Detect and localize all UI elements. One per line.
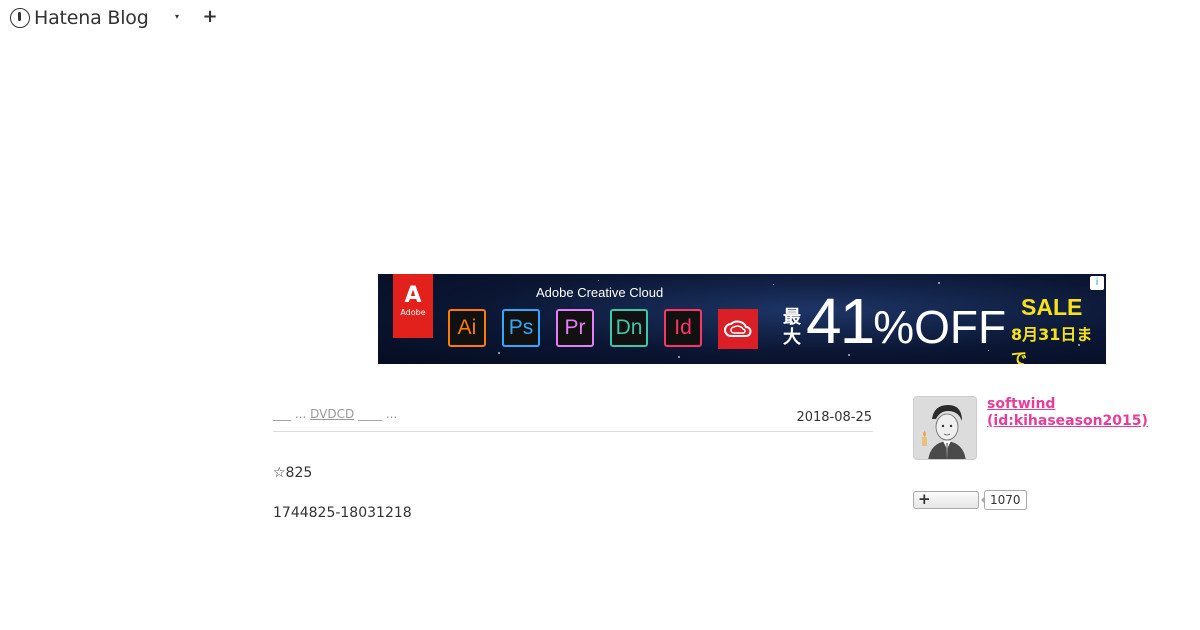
page: Hatena Blog ▾ + A Adobe Adobe Creative C… xyxy=(0,0,1200,630)
creative-cloud-icon xyxy=(718,309,758,349)
profile-link[interactable]: softwind (id:kihaseason2015) xyxy=(987,396,1148,430)
ad-discount-suffix: %OFF xyxy=(873,301,1007,353)
entry-date[interactable]: 2018-08-25 xyxy=(796,410,872,425)
ad-discount: 41%OFF xyxy=(806,288,1006,360)
hatena-blog-logo[interactable]: Hatena Blog xyxy=(10,7,149,29)
profile-name: softwind xyxy=(987,396,1056,412)
hatena-logo-icon xyxy=(10,8,30,28)
ad-sale-date: 8月31日まで xyxy=(1011,325,1093,364)
new-post-button[interactable]: + xyxy=(201,8,219,26)
ad-sale-label: SALE xyxy=(1021,294,1083,320)
subscriber-count: 1070 xyxy=(981,490,1027,510)
brand-text: Hatena Blog xyxy=(34,7,149,29)
entry-header: ___ ... DVDCD ____ ... 2018-08-25 xyxy=(273,403,873,432)
category-link[interactable]: DVDCD xyxy=(310,407,354,421)
subscribe-button[interactable]: + xyxy=(913,490,979,509)
entry-body: ☆825 1744825-18031218 xyxy=(273,465,412,521)
adobe-logo: A Adobe xyxy=(393,274,433,338)
ad-title: Adobe Creative Cloud xyxy=(536,285,664,300)
ad-max-label: 最大 xyxy=(783,307,801,348)
profile-id: (id:kihaseason2015) xyxy=(987,413,1148,429)
app-icon-pr: Pr xyxy=(556,309,594,347)
app-icon-ps: Ps xyxy=(502,309,540,347)
ad-banner[interactable]: A Adobe Adobe Creative Cloud 最大 41%OFF S… xyxy=(378,274,1106,364)
app-icon-dn: Dn xyxy=(610,309,648,347)
entry-line: 1744825-18031218 xyxy=(273,505,412,521)
chevron-down-icon[interactable]: ▾ xyxy=(172,9,182,25)
app-icon-ai: Ai xyxy=(448,309,486,347)
entry-line: ☆825 xyxy=(273,465,313,481)
ad-discount-number: 41 xyxy=(806,285,875,357)
avatar-image xyxy=(914,397,976,459)
plus-icon: + xyxy=(918,490,931,508)
ad-info-icon[interactable]: i xyxy=(1090,276,1104,290)
avatar[interactable] xyxy=(913,396,977,460)
global-header: Hatena Blog ▾ + xyxy=(0,0,1200,38)
app-icon-id: Id xyxy=(664,309,702,347)
entry-categories: ___ ... DVDCD ____ ... xyxy=(273,407,398,421)
